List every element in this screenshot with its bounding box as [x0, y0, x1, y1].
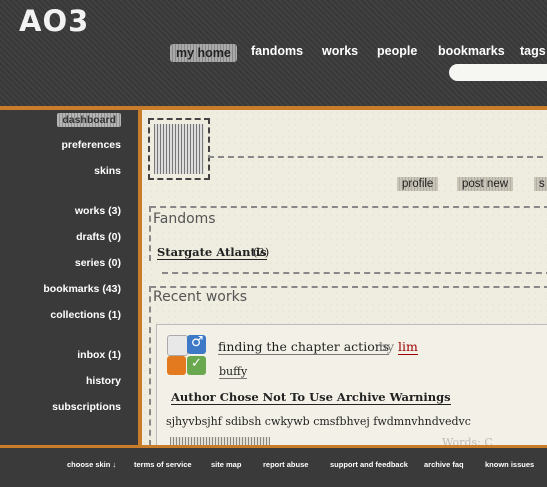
footer-divider	[0, 445, 547, 448]
work-summary: sjhyvbsjhf sdibsh cwkywb cmsfbhvej fwdmn…	[166, 415, 471, 428]
fandom-link[interactable]: Stargate Atlantis	[157, 245, 267, 260]
profile-button[interactable]: profile	[397, 177, 439, 191]
footer-support-feedback[interactable]: support and feedback	[330, 460, 408, 469]
fandoms-side-rule	[149, 206, 151, 261]
footer-archive-faq[interactable]: archive faq	[424, 460, 464, 469]
sidebar-item-preferences[interactable]: preferences	[61, 139, 121, 151]
recent-side-rule	[149, 286, 151, 445]
warning-tag-link[interactable]: Author Chose Not To Use Archive Warnings	[171, 390, 451, 405]
avatar	[154, 124, 204, 174]
site-logo[interactable]: AO3	[19, 4, 89, 38]
nav-bookmarks[interactable]: bookmarks	[438, 44, 505, 58]
category-symbol: ♂	[191, 334, 204, 350]
redacted-text	[170, 437, 270, 445]
work-title-link[interactable]: finding the chapter actions	[218, 339, 390, 355]
work-fandom-link[interactable]: buffy	[219, 365, 248, 379]
sidebar-item-works[interactable]: works (3)	[75, 205, 121, 217]
warning-icon[interactable]	[167, 356, 186, 375]
footer-report-abuse[interactable]: report abuse	[263, 460, 308, 469]
nav-my-home[interactable]: my home	[170, 44, 237, 62]
recent-works-heading: Recent works	[153, 289, 248, 305]
sidebar-item-bookmarks[interactable]: bookmarks (43)	[43, 283, 121, 295]
check-icon: ✓	[191, 356, 202, 371]
site-header: AO3 my home fandoms works people bookmar…	[0, 0, 547, 107]
fandom-count: (2)	[253, 245, 270, 259]
fandoms-bottom-rule	[162, 272, 547, 274]
nav-tags[interactable]: tags	[520, 44, 546, 58]
footer-site-map[interactable]: site map	[211, 460, 241, 469]
user-icon[interactable]	[148, 118, 210, 180]
rating-icon[interactable]	[167, 335, 188, 356]
footer-known-issues[interactable]: known issues	[485, 460, 534, 469]
sidebar-item-series[interactable]: series (0)	[75, 257, 121, 269]
recent-top-rule	[150, 286, 547, 288]
complete-icon[interactable]: ✓	[187, 356, 206, 375]
nav-fandoms[interactable]: fandoms	[251, 44, 303, 58]
footer-choose-skin[interactable]: choose skin ↓	[67, 460, 116, 469]
footer-terms-of-service[interactable]: terms of service	[134, 460, 192, 469]
dashboard-sidebar: dashboard preferences skins works (3) dr…	[0, 110, 138, 445]
post-new-button[interactable]: post new	[457, 177, 514, 191]
author-link[interactable]: lim	[398, 339, 418, 355]
byline-text: by	[379, 339, 395, 354]
fandoms-top-rule	[150, 206, 547, 208]
sidebar-item-dashboard[interactable]: dashboard	[57, 113, 121, 127]
sidebar-item-collections[interactable]: collections (1)	[50, 309, 121, 321]
sidebar-item-history[interactable]: history	[86, 375, 121, 387]
sidebar-item-skins[interactable]: skins	[94, 165, 121, 177]
sidebar-item-drafts[interactable]: drafts (0)	[76, 231, 121, 243]
fandoms-heading: Fandoms	[153, 211, 216, 227]
sidebar-item-inbox[interactable]: inbox (1)	[77, 349, 121, 361]
nav-works[interactable]: works	[322, 44, 358, 58]
sidebar-item-subscriptions[interactable]: subscriptions	[52, 401, 121, 413]
nav-people[interactable]: people	[377, 44, 417, 58]
work-stats: Words: C	[442, 436, 493, 445]
subscriptions-button[interactable]: s	[534, 177, 547, 191]
header-dashed-rule	[208, 156, 547, 158]
site-footer: choose skin ↓ terms of service site map …	[0, 445, 547, 487]
search-input[interactable]	[449, 64, 547, 81]
main-content: profile post new s Fandoms Stargate Atla…	[142, 110, 547, 445]
category-icon[interactable]: ♂	[187, 334, 206, 354]
